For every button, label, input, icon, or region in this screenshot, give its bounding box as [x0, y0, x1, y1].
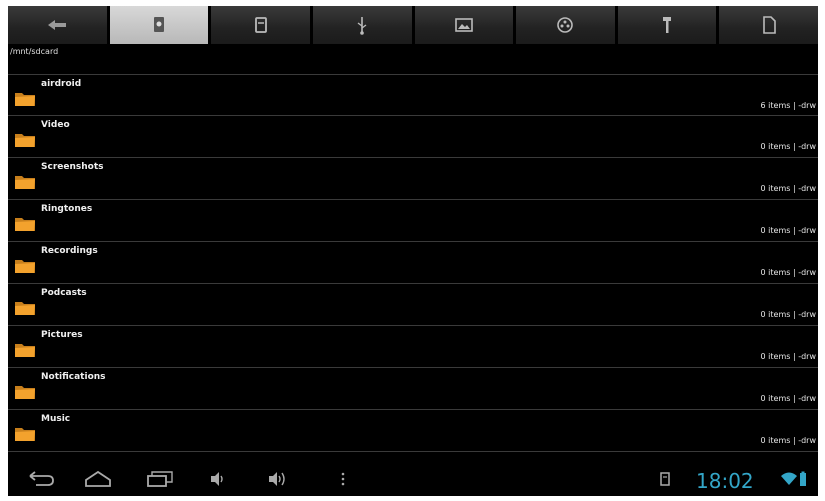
folder-info: 0 items | -drw: [760, 226, 816, 235]
folder-info: 0 items | -drw: [760, 184, 816, 193]
system-navigation-bar: 18:02: [8, 461, 818, 496]
folder-name: airdroid: [41, 79, 82, 89]
nav-volume-up-button[interactable]: [266, 469, 290, 489]
folder-row-video[interactable]: Video 0 items | -drw: [8, 116, 818, 158]
tab-documents[interactable]: [719, 6, 818, 44]
image-icon: [455, 18, 473, 32]
folder-row-pictures[interactable]: Pictures 0 items | -drw: [8, 326, 818, 368]
folder-row-music[interactable]: Music 0 items | -drw: [8, 410, 818, 452]
back-button[interactable]: [8, 6, 110, 44]
tab-internal-storage[interactable]: [109, 6, 212, 44]
folder-name: Pictures: [41, 330, 83, 340]
top-toolbar: [8, 6, 818, 44]
folder-list: airdroid 6 items | -drw Video 0 items | …: [8, 74, 818, 452]
folder-info: 6 items | -drw: [760, 101, 816, 110]
folder-icon: [15, 428, 35, 441]
tab-tools[interactable]: [617, 6, 720, 44]
folder-icon: [15, 302, 35, 315]
folder-icon: [15, 134, 35, 147]
recent-apps-icon: [147, 471, 173, 487]
tab-sdcard[interactable]: [211, 6, 313, 44]
folder-name: Recordings: [41, 246, 98, 256]
nav-menu-button[interactable]: [338, 469, 348, 489]
folder-icon: [15, 218, 35, 231]
folder-name: Podcasts: [41, 288, 87, 298]
folder-icon: [15, 93, 35, 106]
folder-info: 0 items | -drw: [760, 310, 816, 319]
folder-info: 0 items | -drw: [760, 352, 816, 361]
folder-name: Screenshots: [41, 162, 104, 172]
document-icon: [762, 16, 776, 34]
folder-row-notifications[interactable]: Notifications 0 items | -drw: [8, 368, 818, 410]
tab-usb[interactable]: [312, 6, 415, 44]
sdcard-icon: [254, 17, 267, 33]
internal-storage-icon: [153, 17, 164, 32]
status-clock: 18:02: [696, 469, 754, 493]
folder-row-screenshots[interactable]: Screenshots 0 items | -drw: [8, 158, 818, 200]
folder-info: 0 items | -drw: [760, 268, 816, 277]
overflow-menu-icon: [341, 472, 345, 486]
folder-info: 0 items | -drw: [760, 394, 816, 403]
sdcard-notification-icon: [660, 472, 670, 486]
battery-icon: [800, 471, 806, 486]
usb-icon: [357, 17, 367, 35]
home-icon: [85, 470, 111, 487]
tools-icon: [663, 17, 672, 33]
volume-up-icon: [269, 472, 285, 486]
nav-recent-apps-button[interactable]: [145, 469, 175, 489]
folder-icon: [15, 260, 35, 273]
folder-row-airdroid[interactable]: airdroid 6 items | -drw: [8, 74, 818, 116]
nav-volume-down-button[interactable]: [208, 469, 228, 489]
back-arrow-icon: [48, 20, 67, 30]
folder-row-recordings[interactable]: Recordings 0 items | -drw: [8, 242, 818, 284]
status-icons[interactable]: [780, 469, 808, 489]
nav-home-button[interactable]: [83, 469, 113, 489]
folder-icon: [15, 386, 35, 399]
folder-info: 0 items | -drw: [760, 436, 816, 445]
tab-images[interactable]: [414, 6, 517, 44]
nav-back-button[interactable]: [26, 469, 56, 489]
wifi-icon: [781, 472, 797, 485]
folder-name: Music: [41, 414, 71, 424]
file-manager-screen: /mnt/sdcard airdroid 6 items | -drw Vide…: [8, 6, 818, 496]
folder-row-ringtones[interactable]: Ringtones 0 items | -drw: [8, 200, 818, 242]
notification-area[interactable]: [658, 469, 672, 489]
folder-icon: [15, 344, 35, 357]
folder-name: Video: [41, 120, 70, 130]
tab-videos[interactable]: [516, 6, 618, 44]
film-reel-icon: [557, 17, 574, 33]
folder-info: 0 items | -drw: [760, 142, 816, 151]
volume-down-icon: [211, 472, 223, 486]
folder-name: Notifications: [41, 372, 106, 382]
folder-name: Ringtones: [41, 204, 93, 214]
back-icon: [29, 471, 54, 486]
current-path: /mnt/sdcard: [10, 47, 59, 56]
folder-row-podcasts[interactable]: Podcasts 0 items | -drw: [8, 284, 818, 326]
folder-icon: [15, 176, 35, 189]
